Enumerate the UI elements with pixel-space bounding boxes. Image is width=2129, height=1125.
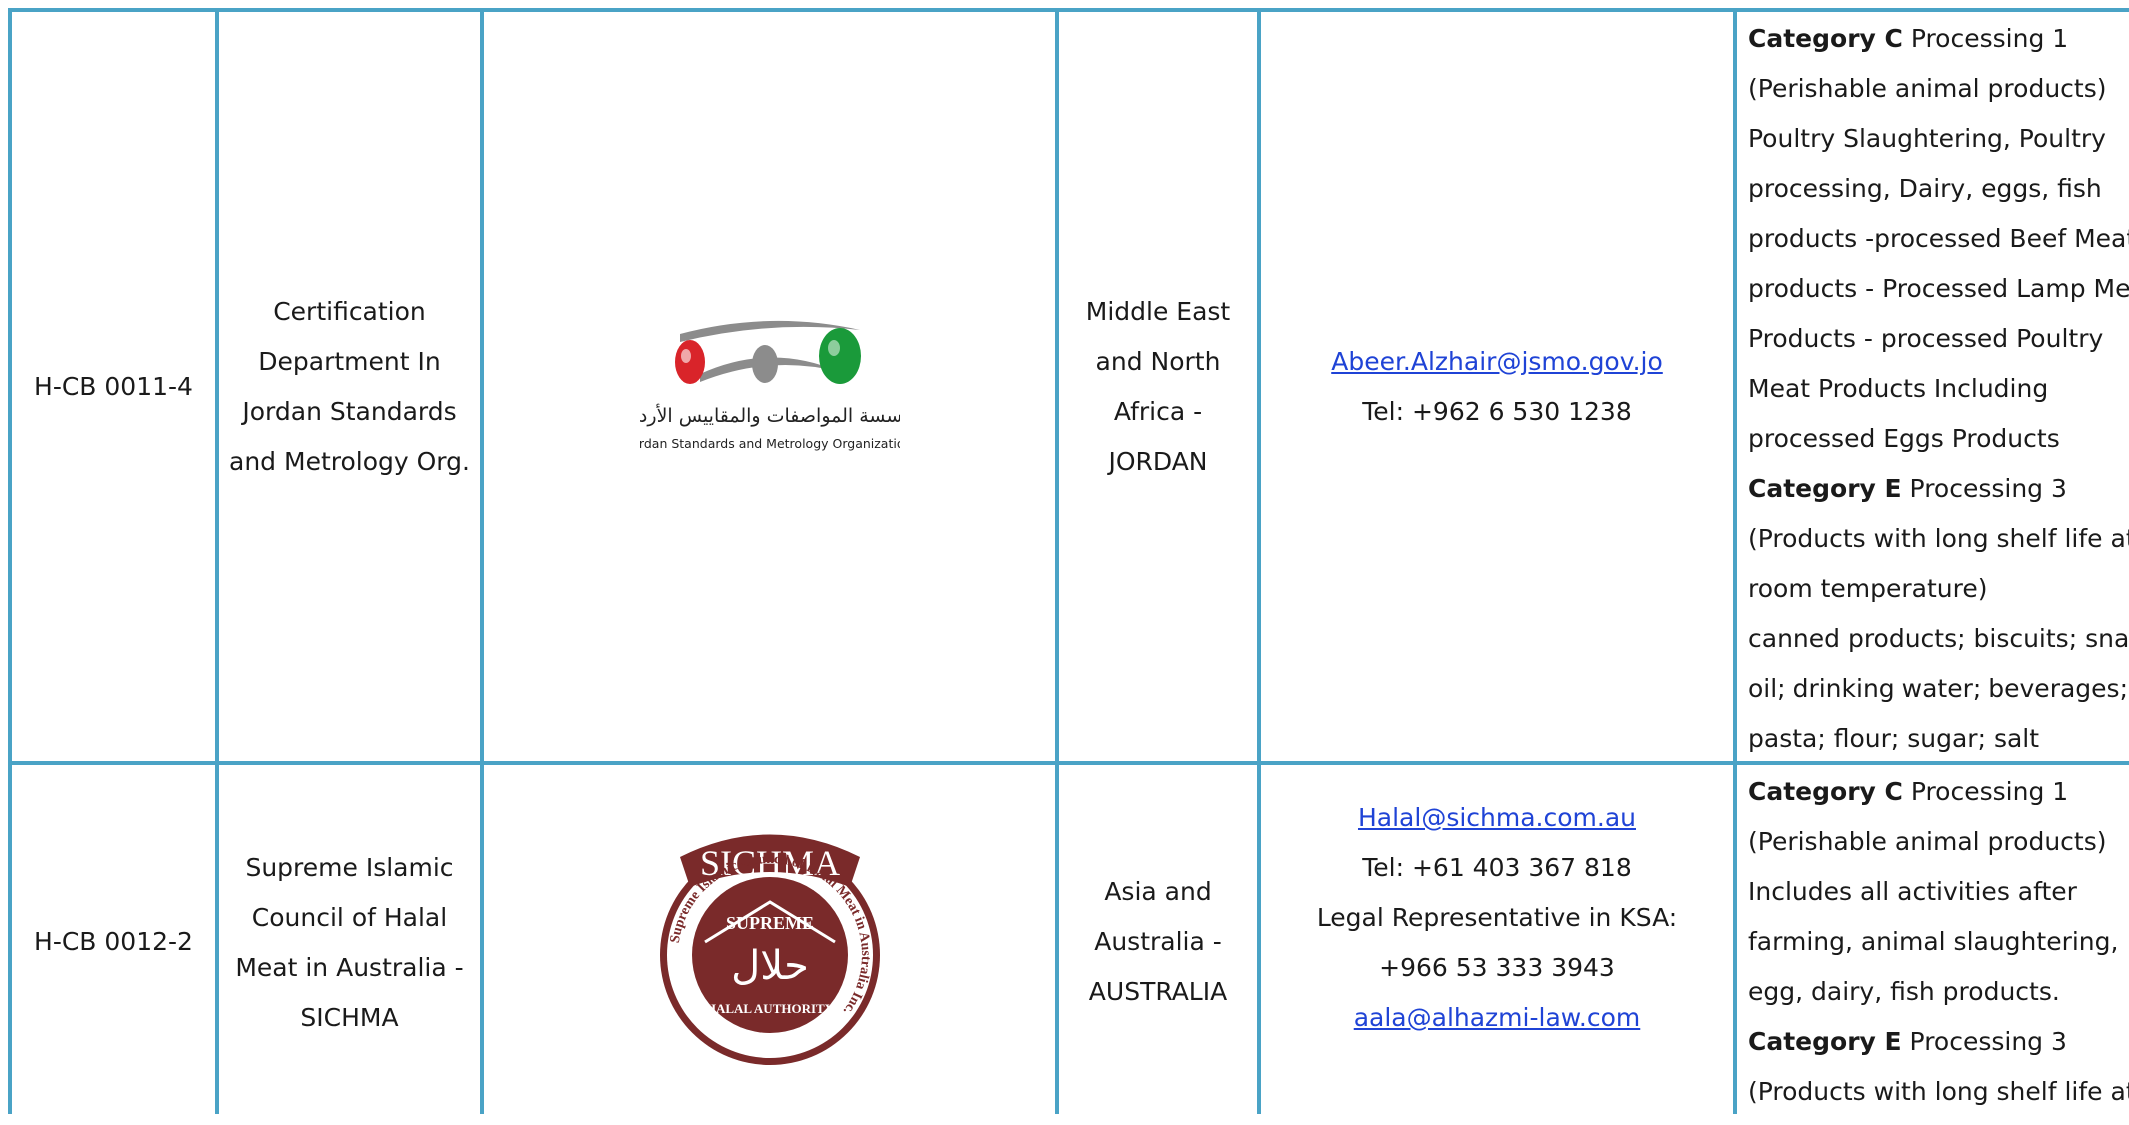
phone-number: Tel: +962 6 530 1238 <box>1362 396 1632 426</box>
region-line: Africa - <box>1113 396 1203 426</box>
contact-cell: Abeer.Alzhair@jsmo.gov.jo Tel: +962 6 53… <box>1261 12 1733 761</box>
jsmo-arabic-name: مؤسسة المواصفات والمقاييس الأردنية <box>640 404 900 427</box>
region-line: Middle East <box>1085 296 1231 326</box>
organization-name-line: Meat in Australia - <box>235 953 464 982</box>
scope-line: oil; drinking water; beverages; <box>1748 674 2128 703</box>
scope-line: (Perishable animal products) <box>1748 827 2107 856</box>
scope-cell: Category C Processing 1 (Perishable anim… <box>1748 767 2129 1117</box>
scope-line: products -processed Beef Meat <box>1748 224 2129 253</box>
jsmo-logo: مؤسسة المواصفات والمقاييس الأردنية Jorda… <box>640 320 900 451</box>
organization-name-line: Department In <box>258 346 441 376</box>
region-line: and North <box>1095 346 1221 376</box>
region-cell: Middle East and North Africa - JORDAN <box>1059 12 1257 761</box>
category-heading: Category E Processing 3 <box>1748 1027 2067 1056</box>
scope-line: Poultry Slaughtering, Poultry <box>1748 124 2106 153</box>
category-heading: Category E Processing 3 <box>1748 474 2067 503</box>
code-cell: H-CB 0012-2 <box>12 765 215 1125</box>
scope-line: Includes all activities after <box>1748 877 2077 906</box>
table-border <box>1733 10 1737 1114</box>
category-heading: Category C Processing 1 <box>1748 24 2069 53</box>
category-heading: Category C Processing 1 <box>1748 777 2069 806</box>
scope-line: products - Processed Lamp Meat <box>1748 274 2129 303</box>
region-line: Asia and <box>1104 877 1212 906</box>
scope-cell: Category C Processing 1 (Perishable anim… <box>1748 14 2129 764</box>
scope-line: Products - processed Poultry <box>1748 324 2104 353</box>
region-line: Australia - <box>1094 927 1222 956</box>
organization-name-line: and Metrology Org. <box>229 446 470 476</box>
legal-representative-email-link[interactable]: aala@alhazmi-law.com <box>1354 1003 1641 1032</box>
logo-cell: مؤسسة المواصفات والمقاييس الأردنية Jorda… <box>484 12 1055 761</box>
scope-line: processed Eggs Products <box>1748 424 2060 453</box>
scope-line: room temperature) <box>1748 574 1988 603</box>
halal-arabic-text: حلال <box>731 943 809 989</box>
organization-name-line: Jordan Standards <box>242 396 457 426</box>
scope-line: (Products with long shelf life at <box>1748 524 2129 553</box>
email-link[interactable]: Halal@sichma.com.au <box>1358 803 1636 832</box>
organization-name-line: Certification <box>273 296 426 326</box>
organization-name-cell: Certification Department In Jordan Stand… <box>219 12 480 761</box>
phone-number: Tel: +61 403 367 818 <box>1362 853 1632 882</box>
legal-representative-phone: +966 53 333 3943 <box>1379 953 1615 982</box>
region-line: AUSTRALIA <box>1088 977 1228 1006</box>
scope-line: (Products with long shelf life at <box>1748 1077 2129 1106</box>
sichma-band-text: SUPREME <box>725 913 813 933</box>
scope-line: pasta; flour; sugar; salt <box>1748 724 2040 753</box>
scope-line: Meat Products Including <box>1748 374 2049 403</box>
region-line: JORDAN <box>1108 446 1208 476</box>
scope-line: canned products; biscuits; snacks; <box>1748 624 2129 653</box>
scope-line: egg, dairy, fish products. <box>1748 977 2060 1006</box>
jsmo-english-name: Jordan Standards and Metrology Organizat… <box>640 436 900 451</box>
logo-cell: SICHMA Supreme Islamic Council of Halal … <box>484 765 1055 1114</box>
contact-cell: Halal@sichma.com.au Tel: +61 403 367 818… <box>1261 765 1733 1125</box>
organization-name-line: Council of Halal <box>251 903 448 932</box>
organization-name-cell: Supreme Islamic Council of Halal Meat in… <box>219 765 480 1125</box>
email-link[interactable]: Abeer.Alzhair@jsmo.gov.jo <box>1331 347 1663 376</box>
scope-line: farming, animal slaughtering, <box>1748 927 2119 956</box>
organization-name-line: SICHMA <box>300 1003 399 1032</box>
code-cell: H-CB 0011-4 <box>12 12 215 761</box>
sichma-logo: SICHMA Supreme Islamic Council of Halal … <box>659 834 880 1065</box>
certificate-code: H-CB 0011-4 <box>34 371 193 401</box>
scope-line: processing, Dairy, eggs, fish <box>1748 174 2102 203</box>
sichma-authority-text: HALAL AUTHORITY <box>705 1001 834 1016</box>
organization-name-line: Supreme Islamic <box>245 853 454 882</box>
certificate-code: H-CB 0012-2 <box>34 927 193 956</box>
scope-line: (Perishable animal products) <box>1748 74 2107 103</box>
legal-representative-label: Legal Representative in KSA: <box>1316 903 1678 932</box>
region-cell: Asia and Australia - AUSTRALIA <box>1059 765 1257 1125</box>
